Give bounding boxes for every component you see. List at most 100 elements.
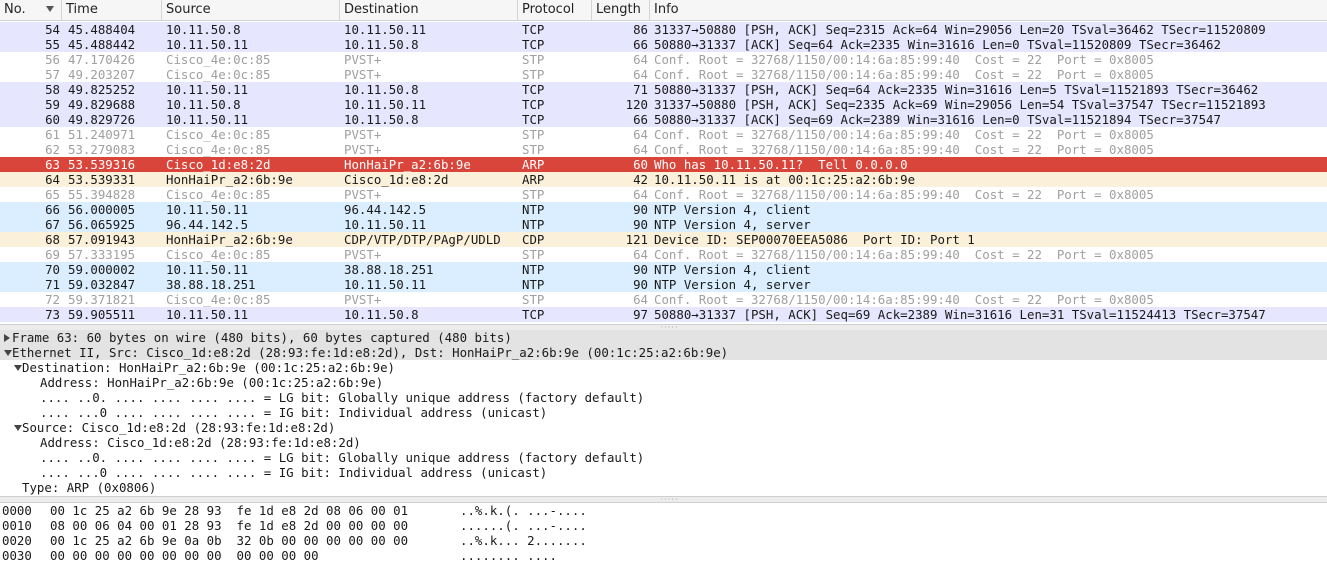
packet-destination: 10.11.50.8 (344, 82, 419, 97)
byte-offset: 0010 (2, 518, 32, 533)
packet-destination: PVST+ (344, 292, 382, 307)
column-header-info[interactable]: Info (650, 0, 1327, 20)
packet-info: Conf. Root = 32768/1150/00:14:6a:85:99:4… (654, 187, 1154, 202)
detail-tree-item[interactable]: .... ..0. .... .... .... .... = LG bit: … (0, 390, 1327, 405)
detail-tree-item[interactable]: Ethernet II, Src: Cisco_1d:e8:2d (28:93:… (0, 345, 1327, 360)
packet-list[interactable]: 54 45.488404 10.11.50.8 10.11.50.11 TCP 86 313… (0, 22, 1327, 325)
packet-destination: 96.44.142.5 (344, 202, 427, 217)
packet-bytes-pane[interactable]: 0000 00 1c 25 a2 6b 9e 28 93 fe 1d e8 2d … (0, 503, 1327, 568)
packet-row[interactable]: 65 55.394828 Cisco_4e:0c:85 PVST+ STP 64 Conf.… (0, 187, 1327, 202)
packet-number: 67 (45, 217, 60, 232)
byte-offset: 0000 (2, 503, 32, 518)
detail-tree-item[interactable]: Address: Cisco_1d:e8:2d (28:93:fe:1d:e8:… (0, 435, 1327, 450)
detail-tree-item[interactable]: .... ...0 .... .... .... .... = IG bit: … (0, 405, 1327, 420)
packet-source: Cisco_4e:0c:85 (166, 187, 271, 202)
packet-destination: HonHaiPr_a2:6b:9e (344, 157, 471, 172)
packet-time: 45.488442 (68, 37, 136, 52)
packet-row[interactable]: 62 53.279083 Cisco_4e:0c:85 PVST+ STP 64 Conf.… (0, 142, 1327, 157)
packet-destination: PVST+ (344, 127, 382, 142)
packet-row[interactable]: 67 56.065925 96.44.142.5 10.11.50.11 NTP 90 NT… (0, 217, 1327, 232)
bytes-row[interactable]: 0000 00 1c 25 a2 6b 9e 28 93 fe 1d e8 2d … (0, 503, 1327, 518)
column-label: Length (596, 2, 641, 17)
packet-row[interactable]: 57 49.203207 Cisco_4e:0c:85 PVST+ STP 64 Conf.… (0, 67, 1327, 82)
detail-tree-item[interactable]: Frame 63: 60 bytes on wire (480 bits), 6… (0, 330, 1327, 345)
packet-info: 10.11.50.11 is at 00:1c:25:a2:6b:9e (654, 172, 916, 187)
column-header-protocol[interactable]: Protocol (518, 0, 592, 20)
packet-time: 49.825252 (68, 82, 136, 97)
packet-length: 71 (633, 82, 648, 97)
packet-row[interactable]: 61 51.240971 Cisco_4e:0c:85 PVST+ STP 64 Conf.… (0, 127, 1327, 142)
packet-row[interactable]: 55 45.488442 10.11.50.11 10.11.50.8 TCP 66 508… (0, 37, 1327, 52)
detail-tree-item[interactable]: .... ...0 .... .... .... .... = IG bit: … (0, 465, 1327, 480)
packet-source: 10.11.50.11 (166, 202, 249, 217)
packet-row[interactable]: 69 57.333195 Cisco_4e:0c:85 PVST+ STP 64 Conf.… (0, 247, 1327, 262)
packet-time: 59.000002 (68, 262, 136, 277)
packet-destination: 10.11.50.8 (344, 37, 419, 52)
packet-length: 90 (633, 202, 648, 217)
detail-text: Address: Cisco_1d:e8:2d (28:93:fe:1d:e8:… (40, 435, 361, 450)
detail-tree-item[interactable]: .... ..0. .... .... .... .... = LG bit: … (0, 450, 1327, 465)
packet-length: 86 (633, 22, 648, 37)
packet-row[interactable]: 73 59.905511 10.11.50.11 10.11.50.8 TCP 97 508… (0, 307, 1327, 322)
packet-row[interactable]: 63 53.539316 Cisco_1d:e8:2d HonHaiPr_a2:6b:… (0, 157, 1327, 172)
packet-length: 60 (633, 157, 648, 172)
packet-row[interactable]: 60 49.829726 10.11.50.11 10.11.50.8 TCP 66 508… (0, 112, 1327, 127)
column-header-destination[interactable]: Destination (340, 0, 518, 20)
detail-text: Ethernet II, Src: Cisco_1d:e8:2d (28:93:… (12, 345, 729, 360)
packet-info: Conf. Root = 32768/1150/00:14:6a:85:99:4… (654, 67, 1154, 82)
packet-source: Cisco_4e:0c:85 (166, 247, 271, 262)
detail-text: .... ..0. .... .... .... .... = LG bit: … (40, 450, 645, 465)
packet-info: 31337→50880 [PSH, ACK] Seq=2335 Ack=69 W… (654, 97, 1266, 112)
packet-number: 57 (45, 67, 60, 82)
bytes-row[interactable]: 0030 00 00 00 00 00 00 00 00 00 00 00 00.… (0, 548, 1327, 563)
column-header-time[interactable]: Time (62, 0, 162, 20)
column-label: Destination (344, 2, 419, 17)
byte-offset: 0030 (2, 548, 32, 563)
detail-tree-item[interactable]: Destination: HonHaiPr_a2:6b:9e (00:1c:25… (0, 360, 1327, 375)
collapsed-arrow-icon[interactable] (4, 334, 10, 342)
expanded-arrow-icon[interactable] (4, 350, 12, 356)
packet-source: 10.11.50.11 (166, 82, 249, 97)
splitter-grip-icon[interactable]: ····· (660, 497, 678, 503)
sort-descending-icon[interactable] (46, 6, 54, 12)
bytes-row[interactable]: 0010 08 00 06 04 00 01 28 93 fe 1d e8 2d … (0, 518, 1327, 533)
packet-row[interactable]: 71 59.032847 38.88.18.251 10.11.50.11 NTP 90 N… (0, 277, 1327, 292)
packet-protocol: ARP (522, 172, 545, 187)
column-header-no[interactable]: No. (0, 0, 62, 20)
packet-length: 64 (633, 52, 648, 67)
packet-time: 59.905511 (68, 307, 136, 322)
packet-source: Cisco_1d:e8:2d (166, 157, 271, 172)
column-header-source[interactable]: Source (162, 0, 340, 20)
pane-splitter[interactable]: ····· (0, 496, 1327, 503)
detail-tree-item[interactable]: Source: Cisco_1d:e8:2d (28:93:fe:1d:e8:2… (0, 420, 1327, 435)
packet-number: 70 (45, 262, 60, 277)
packet-row[interactable]: 54 45.488404 10.11.50.8 10.11.50.11 TCP 86 313… (0, 22, 1327, 37)
packet-row[interactable]: 72 59.371821 Cisco_4e:0c:85 PVST+ STP 64 Conf.… (0, 292, 1327, 307)
packet-info: 50880→31337 [PSH, ACK] Seq=69 Ack=2389 W… (654, 307, 1266, 322)
expanded-arrow-icon[interactable] (14, 365, 22, 371)
packet-row[interactable]: 66 56.000005 10.11.50.11 96.44.142.5 NTP 90 NT… (0, 202, 1327, 217)
packet-row[interactable]: 58 49.825252 10.11.50.11 10.11.50.8 TCP 71 508… (0, 82, 1327, 97)
packet-details-pane[interactable]: Frame 63: 60 bytes on wire (480 bits), 6… (0, 330, 1327, 496)
packet-protocol: ARP (522, 157, 545, 172)
packet-row[interactable]: 64 53.539331 HonHaiPr_a2:6b:9e Cisco_1d:e8:… (0, 172, 1327, 187)
packet-row[interactable]: 68 57.091943 HonHaiPr_a2:6b:9e CDP/VTP/DTP/… (0, 232, 1327, 247)
packet-row[interactable]: 59 49.829688 10.11.50.8 10.11.50.11 TCP 120 31… (0, 97, 1327, 112)
packet-row[interactable]: 70 59.000002 10.11.50.11 38.88.18.251 NTP 90 N… (0, 262, 1327, 277)
packet-number: 61 (45, 127, 60, 142)
packet-number: 54 (45, 22, 60, 37)
ascii-bytes: ......(. ...-.... (460, 518, 587, 533)
packet-number: 69 (45, 247, 60, 262)
packet-info: Who has 10.11.50.11? Tell 0.0.0.0 (654, 157, 908, 172)
column-label: Info (654, 2, 679, 17)
expanded-arrow-icon[interactable] (14, 425, 22, 431)
detail-tree-item[interactable]: Type: ARP (0x0806) (0, 480, 1327, 495)
packet-length: 121 (625, 232, 648, 247)
packet-time: 53.539316 (68, 157, 136, 172)
detail-tree-item[interactable]: Address: HonHaiPr_a2:6b:9e (00:1c:25:a2:… (0, 375, 1327, 390)
column-header-length[interactable]: Length (592, 0, 650, 20)
packet-row[interactable]: 56 47.170426 Cisco_4e:0c:85 PVST+ STP 64 Conf.… (0, 52, 1327, 67)
byte-offset: 0020 (2, 533, 32, 548)
bytes-row[interactable]: 0020 00 1c 25 a2 6b 9e 0a 0b 32 0b 00 00 … (0, 533, 1327, 548)
packet-info: 50880→31337 [ACK] Seq=69 Ack=2389 Win=31… (654, 112, 1221, 127)
